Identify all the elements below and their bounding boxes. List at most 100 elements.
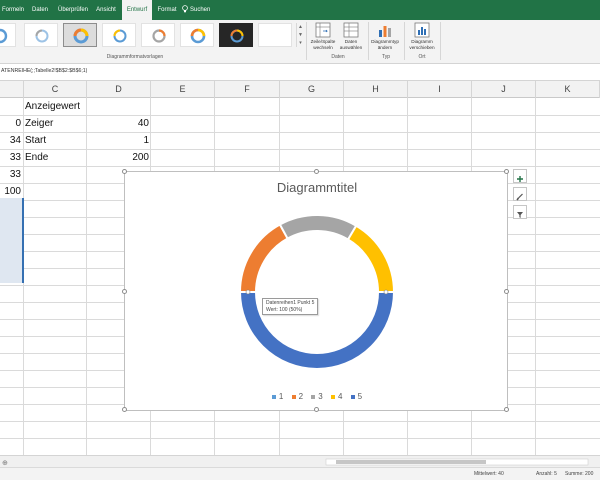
column-header-k[interactable]: K [536, 81, 600, 98]
chart-elements-button[interactable] [513, 169, 527, 183]
group-label-type: Typ [381, 54, 391, 60]
svg-text:⊕: ⊕ [2, 460, 8, 467]
legend-item-1[interactable]: 1 [271, 392, 284, 401]
chart-style-5[interactable] [141, 23, 175, 47]
doughnut-style-icon [35, 29, 49, 43]
formula-text[interactable]: ATENREIHE(;;Tabelle2!$B$2:$B$6;1) [1, 68, 87, 74]
column-header-i[interactable]: I [408, 81, 472, 98]
doughnut-style-icon [0, 28, 8, 44]
chart-legend[interactable]: 1 2 3 4 5 [125, 392, 509, 401]
cell-c2[interactable]: Zeiger [24, 115, 87, 132]
style-gallery-scroll[interactable]: ▲ ▼ ▾ [296, 23, 304, 47]
group-label-data: Daten [331, 54, 345, 60]
status-average: Mittelwert: 40 [474, 471, 504, 477]
resize-handle-sw[interactable] [122, 407, 127, 412]
column-header-f[interactable]: F [215, 81, 280, 98]
tab-formulas[interactable]: Formeln [0, 0, 26, 20]
bar-chart-icon [379, 26, 391, 37]
doughnut-slice-4[interactable] [346, 224, 396, 293]
chart-style-4[interactable] [102, 23, 136, 47]
filter-icon [517, 212, 523, 218]
gallery-expand-icon[interactable]: ▾ [297, 39, 304, 47]
ribbon-divider [440, 22, 441, 60]
resize-handle-n[interactable] [314, 169, 319, 174]
cell-d2[interactable]: 40 [87, 115, 150, 132]
tooltip-series-point: Datenreihen1 Punkt 5 [266, 300, 315, 306]
chevron-up-icon[interactable]: ▲ [297, 23, 304, 31]
ribbon: ▲ ▼ ▾ Diagrammformatvorlagen Zeile/Spalt… [0, 20, 600, 64]
brush-icon [516, 193, 523, 201]
chart-style-1[interactable] [0, 23, 16, 47]
chart-style-6[interactable] [180, 23, 214, 47]
chart-style-8[interactable] [258, 23, 292, 47]
legend-item-4[interactable]: 4 [330, 392, 342, 401]
resize-handle-se[interactable] [504, 407, 509, 412]
group-label-chart-styles: Diagrammformatvorlagen [106, 54, 164, 60]
resize-handle-s[interactable] [314, 407, 319, 412]
legend-swatch-5 [350, 394, 355, 399]
doughnut-slice-2[interactable] [238, 223, 289, 293]
doughnut-slice-3[interactable] [278, 214, 358, 241]
column-header-c[interactable]: C [24, 81, 87, 98]
column-header-e[interactable]: E [151, 81, 215, 98]
tell-me-search[interactable]: Suchen [182, 0, 210, 20]
move-chart-label: Diagramm verschieben [409, 39, 435, 50]
legend-swatch-1 [271, 394, 276, 399]
cell-b5[interactable]: 33 [0, 166, 22, 183]
legend-item-2[interactable]: 2 [291, 392, 303, 401]
chevron-down-icon[interactable]: ▼ [297, 31, 304, 39]
chart-tooltip: Datenreihen1 Punkt 5 Wert: 100 (50%) [262, 298, 319, 315]
tooltip-value: Wert: 100 (50%) [266, 306, 303, 313]
cell-b6[interactable]: 100 [0, 183, 22, 200]
resize-handle-w[interactable] [122, 289, 127, 294]
cell-c1[interactable]: Anzeigewert [24, 98, 87, 115]
cell-b3[interactable]: 34 [0, 132, 22, 149]
formula-bar[interactable]: ATENREIHE(;;Tabelle2!$B$2:$B$6;1) [0, 64, 600, 81]
doughnut-style-icon [230, 29, 244, 43]
select-data-icon [343, 22, 359, 38]
select-data-label: Daten auswählen [339, 39, 363, 50]
column-header-h[interactable]: H [344, 81, 408, 98]
legend-item-5[interactable]: 5 [350, 392, 363, 401]
doughnut-style-icon [113, 29, 127, 43]
chart-styles-button[interactable] [513, 187, 527, 201]
chart-style-2[interactable] [24, 23, 58, 47]
cell-c3[interactable]: Start [24, 132, 87, 149]
cell-d4[interactable]: 200 [87, 149, 150, 166]
doughnut-style-icon [152, 29, 166, 43]
column-headers: C D E F G H I J K [0, 81, 600, 98]
tell-me-label: Suchen [190, 7, 211, 13]
change-chart-type-button[interactable]: Diagrammtyp ändern [368, 22, 402, 54]
legend-swatch-4 [330, 394, 335, 399]
tab-review[interactable]: Überprüfen [56, 0, 90, 20]
column-header-d[interactable]: D [87, 81, 151, 98]
cell-b2[interactable]: 0 [0, 115, 22, 132]
legend-item-3[interactable]: 3 [311, 392, 323, 401]
group-label-location: Ort [418, 54, 426, 60]
column-header-j[interactable]: J [472, 81, 536, 98]
tab-data[interactable]: Daten [28, 0, 52, 20]
legend-label-5: 5 [357, 392, 363, 401]
chart-style-7[interactable] [219, 23, 253, 47]
tab-format[interactable]: Format [154, 0, 180, 20]
slice-selection-marker [383, 289, 389, 295]
column-header-b[interactable] [0, 81, 24, 98]
cell-d3[interactable]: 1 [87, 132, 150, 149]
cell-b4[interactable]: 33 [0, 149, 22, 166]
doughnut-plot[interactable] [125, 172, 509, 412]
status-bar: Mittelwert: 40 Anzahl: 5 Summe: 200 [0, 467, 600, 480]
legend-label-1: 1 [278, 392, 284, 401]
chart-style-3[interactable] [63, 23, 97, 47]
resize-handle-nw[interactable] [122, 169, 127, 174]
tab-view[interactable]: Ansicht [92, 0, 120, 20]
doughnut-chart[interactable]: Diagrammtitel Datenreihen1 Punkt 5 Wert:… [122, 169, 509, 412]
column-header-g[interactable]: G [280, 81, 344, 98]
resize-handle-e[interactable] [504, 289, 509, 294]
chart-filters-button[interactable] [513, 205, 527, 219]
move-chart-button[interactable]: Diagramm verschieben [405, 22, 439, 54]
select-data-button[interactable]: Daten auswählen [334, 22, 368, 54]
status-count: Anzahl: 5 [536, 471, 557, 477]
resize-handle-ne[interactable] [504, 169, 509, 174]
cell-c4[interactable]: Ende [24, 149, 87, 166]
tab-design[interactable]: Entwurf [122, 0, 152, 20]
